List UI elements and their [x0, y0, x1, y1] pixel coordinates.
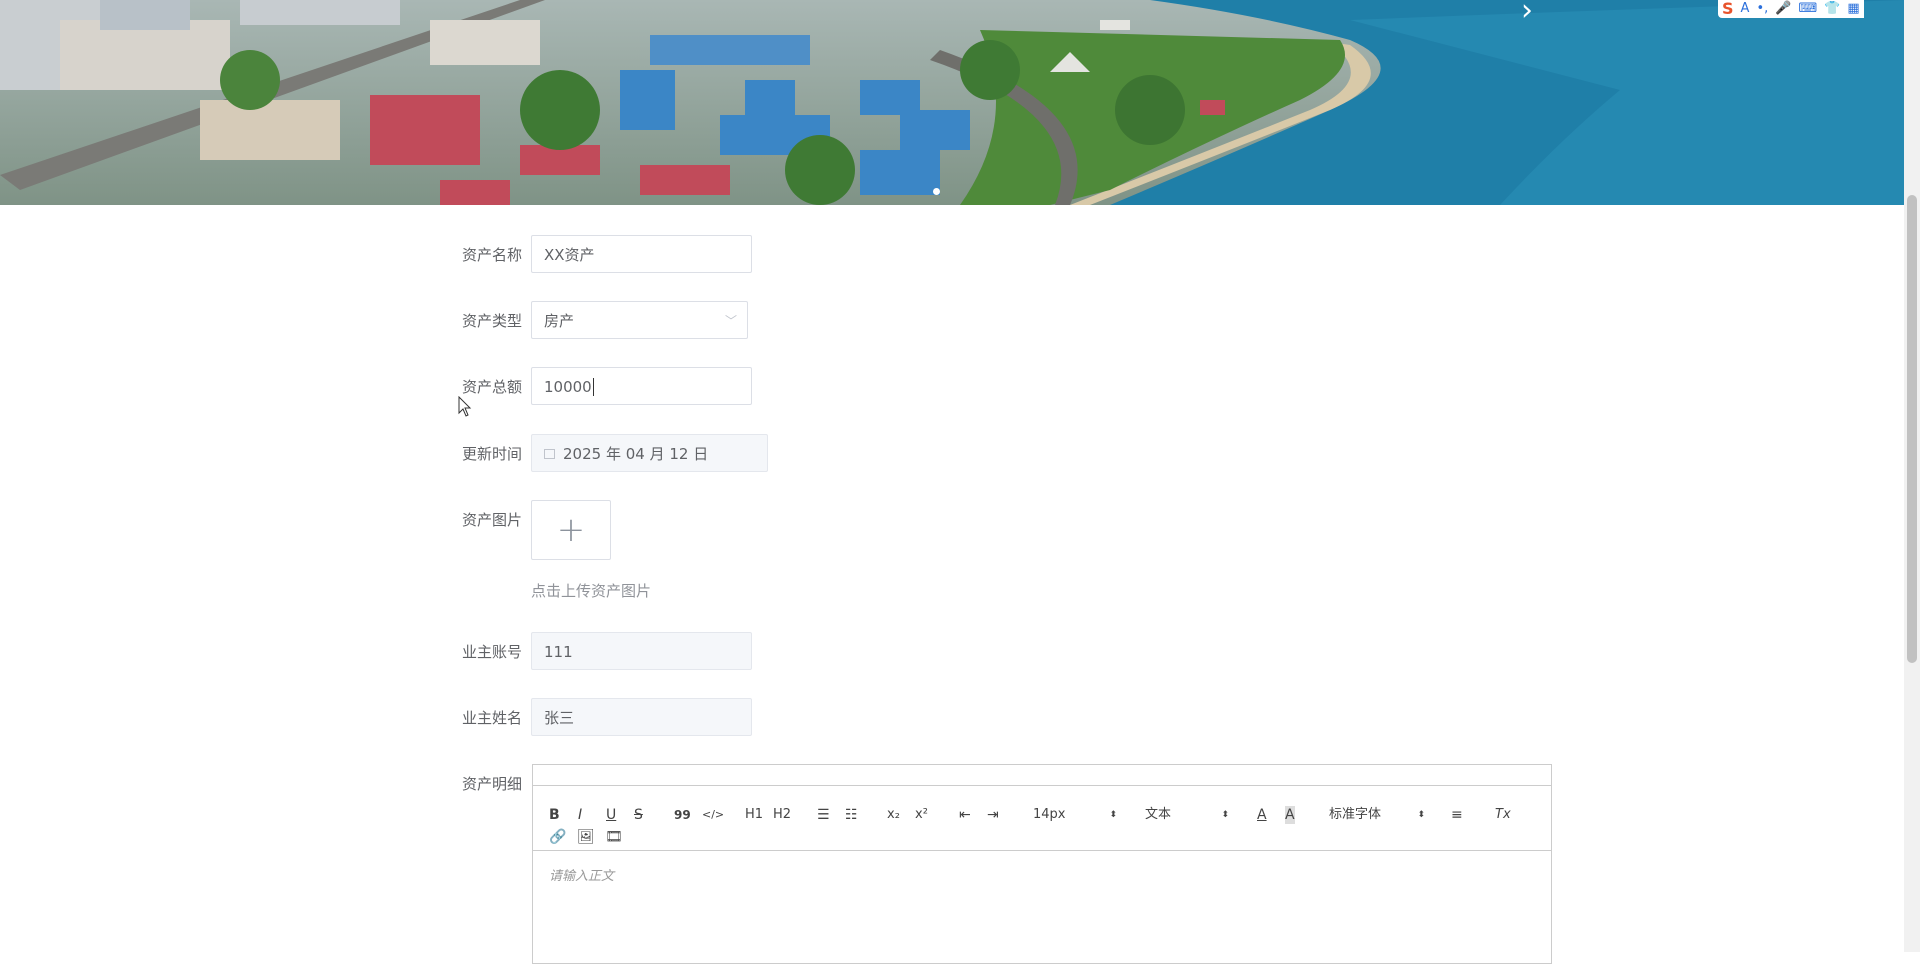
font-color-icon[interactable]: A [1257, 806, 1267, 824]
superscript-button[interactable]: x² [915, 806, 928, 824]
header-value: 文本 [1145, 807, 1172, 822]
video-icon[interactable]: 🎞 [605, 828, 623, 846]
blockquote-button[interactable]: 99 [674, 806, 691, 824]
calendar-icon [544, 448, 555, 459]
indent-icon[interactable]: ⇥ [987, 806, 999, 824]
editor-top-bar [533, 765, 1551, 786]
owner-account-label: 业主账号 [461, 643, 522, 661]
asset-type-select[interactable]: 房产 ﹀ [531, 301, 748, 339]
ime-microphone-icon[interactable]: 🎤 [1775, 1, 1791, 17]
underline-button[interactable]: U [606, 806, 616, 824]
header-select[interactable]: 文本 ⬍ [1145, 806, 1229, 824]
asset-name-label: 资产名称 [461, 246, 522, 264]
clean-format-button[interactable]: Tx [1495, 806, 1511, 824]
asset-total-input[interactable]: 10000 [531, 367, 752, 405]
link-icon[interactable]: 🔗 [549, 828, 566, 846]
asset-image-label: 资产图片 [461, 511, 522, 529]
h1-button[interactable]: H1 [745, 806, 763, 824]
update-time-datepicker[interactable]: 2025 年 04 月 12 日 [531, 434, 768, 472]
asset-name-input[interactable]: XX资产 [531, 235, 752, 273]
bullet-list-icon[interactable]: ☷ [845, 806, 858, 824]
banner-image [0, 0, 1904, 205]
page-scrollbar[interactable] [1904, 0, 1920, 952]
font-size-value: 14px [1033, 807, 1066, 822]
update-time-value: 2025 年 04 月 12 日 [563, 445, 709, 463]
owner-name-label: 业主姓名 [461, 709, 522, 727]
scrollbar-thumb[interactable] [1907, 195, 1917, 663]
ime-punctuation-icon[interactable]: •, [1756, 1, 1768, 17]
align-icon[interactable]: ≡ [1451, 806, 1463, 824]
image-upload-button[interactable]: + [531, 500, 611, 560]
editor-body[interactable]: 请输入正文 [533, 851, 1551, 898]
plus-icon: + [556, 510, 586, 550]
font-size-select[interactable]: 14px ⬍ [1033, 806, 1117, 824]
ime-logo-icon[interactable]: S [1722, 1, 1734, 17]
code-block-button[interactable]: </> [702, 806, 724, 824]
ime-letter-icon[interactable]: A [1741, 1, 1750, 17]
ime-apps-icon[interactable]: ▦ [1847, 1, 1859, 17]
image-icon[interactable]: 🖼 [577, 828, 595, 846]
strike-button[interactable]: S [634, 806, 643, 824]
owner-account-input[interactable]: 111 [531, 632, 752, 670]
chevron-down-icon: ﹀ [724, 314, 737, 328]
mouse-cursor-icon [458, 396, 472, 417]
h2-button[interactable]: H2 [773, 806, 791, 824]
carousel-indicator-dot[interactable] [933, 188, 940, 195]
asset-type-value: 房产 [544, 312, 575, 330]
select-caret-icon: ⬍ [1417, 810, 1425, 820]
asset-total-label: 资产总额 [461, 378, 522, 396]
ime-toolbar: S A •, 🎤 ⌨ 👕 ▦ [1718, 0, 1864, 18]
asset-total-value: 10000 [544, 378, 592, 396]
owner-name-input[interactable]: 张三 [531, 698, 752, 736]
font-family-value: 标准字体 [1329, 807, 1382, 822]
asset-detail-label: 资产明细 [461, 775, 522, 793]
text-caret [592, 378, 594, 396]
italic-button[interactable]: I [578, 806, 582, 824]
banner-carousel: › S A •, 🎤 ⌨ 👕 ▦ [0, 0, 1904, 205]
select-caret-icon: ⬍ [1109, 810, 1117, 820]
bold-button[interactable]: B [549, 806, 560, 824]
ime-keyboard-icon[interactable]: ⌨ [1798, 1, 1817, 17]
rich-text-editor: B I U S 99 </> H1 H2 ☰ ☷ x₂ x² ⇤ ⇥ 14px ⬍… [532, 764, 1552, 964]
update-time-label: 更新时间 [461, 445, 522, 463]
background-color-icon[interactable]: A [1285, 806, 1295, 824]
asset-type-label: 资产类型 [461, 312, 522, 330]
editor-toolbar: B I U S 99 </> H1 H2 ☰ ☷ x₂ x² ⇤ ⇥ 14px ⬍… [533, 786, 1551, 851]
carousel-next-button[interactable]: › [1512, 0, 1542, 26]
ime-skin-icon[interactable]: 👕 [1824, 1, 1840, 17]
ordered-list-icon[interactable]: ☰ [817, 806, 830, 824]
outdent-icon[interactable]: ⇤ [959, 806, 971, 824]
font-family-select[interactable]: 标准字体 ⬍ [1329, 806, 1425, 824]
select-caret-icon: ⬍ [1221, 810, 1229, 820]
upload-tip-text: 点击上传资产图片 [531, 582, 652, 600]
subscript-button[interactable]: x₂ [887, 806, 900, 824]
